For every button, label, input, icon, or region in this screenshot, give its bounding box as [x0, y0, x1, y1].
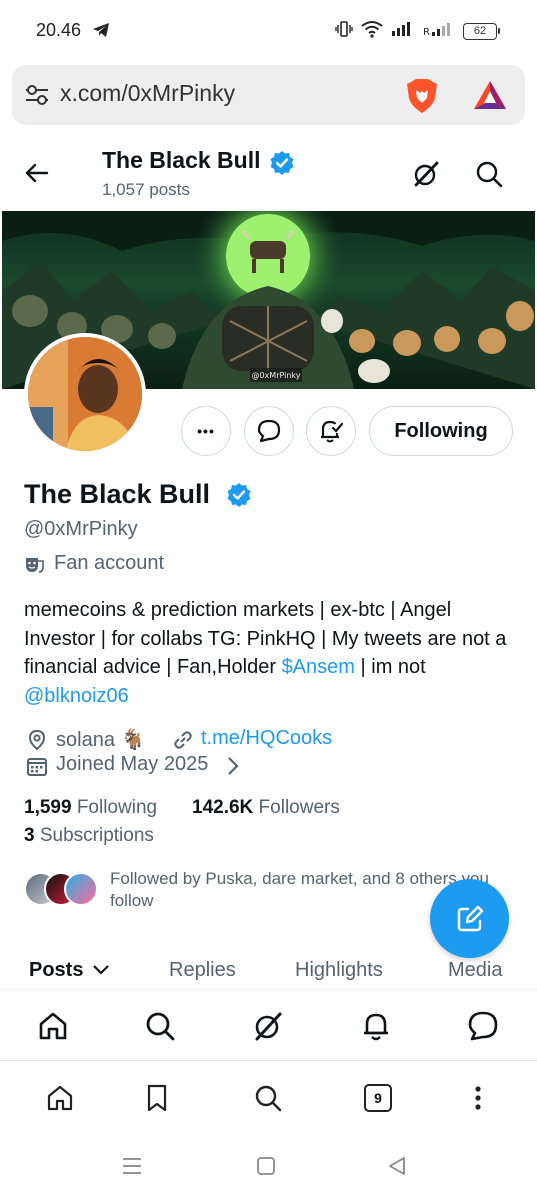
chevron-right-icon[interactable]: [226, 756, 240, 781]
profile-tabs: Posts Replies Highlights Media: [0, 950, 537, 990]
following-number: 1,599: [24, 797, 72, 818]
vibrate-icon: [335, 20, 353, 43]
profile-bio: memecoins & prediction markets | ex-btc …: [24, 596, 519, 710]
header-name: The Black Bull: [102, 147, 261, 173]
bell-check-icon: [321, 420, 344, 443]
browser-menu-icon[interactable]: [462, 1082, 494, 1114]
grok-button[interactable]: [410, 158, 442, 195]
more-options-button[interactable]: •••: [181, 406, 231, 456]
bio-text-middle: | im not: [354, 656, 426, 678]
status-icons: R 62: [335, 20, 500, 43]
posts-count: 1,057 posts: [102, 180, 190, 199]
subscriptions-label: Subscriptions: [34, 825, 154, 846]
profile-handle: @0xMrPinky: [24, 518, 138, 540]
bio-text: memecoins & prediction markets | ex-btc …: [24, 599, 507, 678]
recent-apps-icon[interactable]: [121, 1156, 143, 1181]
subscriptions-number: 3: [24, 825, 35, 846]
compose-icon: [457, 905, 483, 931]
followers-count-link[interactable]: 142.6K Followers: [192, 797, 340, 819]
tabs-button[interactable]: 9: [362, 1082, 394, 1114]
more-icon: •••: [197, 423, 215, 439]
bookmark-icon[interactable]: [141, 1082, 173, 1114]
chevron-down-icon[interactable]: [92, 963, 110, 982]
browser-home-icon[interactable]: [44, 1082, 76, 1114]
tab-media[interactable]: Media: [448, 959, 502, 982]
back-nav-icon[interactable]: [387, 1156, 407, 1181]
browser-toolbar: 9: [0, 1062, 537, 1136]
calendar-icon: [26, 755, 48, 782]
profile-name: The Black Bull: [24, 479, 211, 509]
followed-by-avatars[interactable]: [24, 872, 98, 906]
tab-highlights[interactable]: Highlights: [295, 959, 383, 982]
browser-search-icon[interactable]: [252, 1082, 284, 1114]
site-settings-icon[interactable]: [24, 83, 50, 112]
avatar: [64, 872, 98, 906]
home-icon[interactable]: [35, 1008, 71, 1044]
bio-cashtag-link[interactable]: $Ansem: [282, 656, 355, 678]
url-text[interactable]: x.com/0xMrPinky: [60, 80, 235, 107]
home-nav-icon[interactable]: [256, 1156, 276, 1181]
wifi-icon: [361, 20, 383, 43]
profile-joined-date[interactable]: Joined May 2025: [56, 753, 208, 776]
followers-label: Followers: [253, 797, 340, 818]
brave-rewards-icon[interactable]: [472, 79, 508, 116]
avatar-image: [28, 337, 142, 451]
message-icon: [257, 419, 281, 443]
status-bar: 20.46 R 62: [0, 0, 537, 62]
banner-watermark: @0xMrPinky: [251, 371, 300, 380]
status-time: 20.46: [36, 20, 82, 40]
location-pin-icon: [26, 729, 48, 756]
notifications-bell-icon[interactable]: [358, 1008, 394, 1044]
following-count-link[interactable]: 1,599 Following: [24, 797, 157, 819]
url-bar[interactable]: x.com/0xMrPinky: [12, 65, 525, 125]
subscriptions-count-link[interactable]: 3 Subscriptions: [24, 825, 154, 847]
notifications-toggle-button[interactable]: [306, 406, 356, 456]
following-button[interactable]: Following: [369, 406, 513, 456]
account-category: Fan account: [54, 552, 165, 574]
explore-search-icon[interactable]: [142, 1008, 178, 1044]
messages-icon[interactable]: [465, 1008, 501, 1044]
following-label: Following: [71, 797, 158, 818]
compose-post-button[interactable]: [430, 879, 509, 958]
telegram-icon: [92, 22, 110, 43]
message-button[interactable]: [244, 406, 294, 456]
profile-website-link[interactable]: t.me/HQCooks: [201, 727, 332, 750]
brave-shields-icon[interactable]: [405, 78, 439, 119]
battery-icon: 62: [463, 23, 500, 40]
verified-badge-icon: [269, 150, 295, 181]
x-bottom-nav: [0, 991, 537, 1061]
link-icon: [172, 729, 194, 756]
tab-posts[interactable]: Posts: [29, 959, 83, 982]
signal-icon: [391, 21, 415, 42]
signal-icon-secondary: R: [423, 21, 455, 42]
bio-mention-link[interactable]: @blknoiz06: [24, 685, 129, 707]
verified-badge-icon[interactable]: [226, 482, 252, 513]
profile-avatar[interactable]: [24, 333, 146, 455]
back-button[interactable]: [22, 158, 52, 188]
android-nav-bar: [0, 1136, 537, 1199]
grok-icon[interactable]: [250, 1008, 286, 1044]
tab-count: 9: [364, 1084, 392, 1112]
followers-number: 142.6K: [192, 797, 254, 818]
search-button[interactable]: [474, 159, 504, 194]
profile-location: solana 🐐: [56, 729, 146, 751]
theater-masks-icon: [24, 555, 44, 580]
svg-text:R: R: [423, 27, 430, 37]
tab-replies[interactable]: Replies: [169, 959, 236, 982]
